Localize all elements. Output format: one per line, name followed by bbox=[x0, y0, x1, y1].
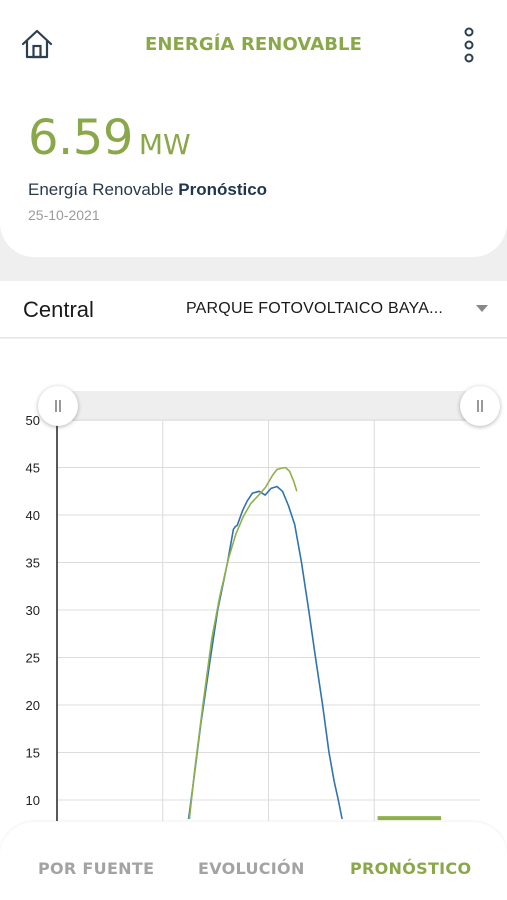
metric-display: 6.59 MW bbox=[28, 110, 191, 166]
bottom-tab-bar: POR FUENTE EVOLUCIÓN PRONÓSTICO bbox=[0, 822, 507, 900]
series-line-1 bbox=[188, 466, 298, 820]
plant-selector-value: PARQUE FOTOVOLTAICO BAYA... bbox=[186, 300, 444, 317]
y-tick-label-7: 15 bbox=[26, 746, 40, 761]
tab-por-fuente[interactable]: POR FUENTE bbox=[38, 859, 154, 878]
y-tick-label-6: 20 bbox=[26, 698, 40, 713]
metric-date: 25-10-2021 bbox=[28, 207, 100, 223]
more-menu-button[interactable] bbox=[456, 26, 482, 66]
y-tick-label-2: 40 bbox=[26, 508, 40, 523]
summary-card: ENERGÍA RENOVABLE 6.59 MW Energía Renovab… bbox=[0, 0, 507, 257]
range-handle-left[interactable] bbox=[38, 386, 78, 426]
app-title: ENERGÍA RENOVABLE bbox=[144, 34, 363, 55]
y-tick-label-1: 45 bbox=[26, 461, 40, 476]
more-vertical-icon bbox=[464, 27, 474, 63]
range-handle-right[interactable] bbox=[460, 386, 500, 426]
chevron-down-icon bbox=[476, 305, 488, 312]
metric-label-emphasis: Pronóstico bbox=[178, 180, 268, 199]
y-tick-label-3: 35 bbox=[26, 556, 40, 571]
chart-area: 50 45 40 35 30 25 20 15 10 bbox=[0, 339, 507, 900]
y-tick-label-0: 50 bbox=[26, 413, 40, 428]
metric-label-prefix: Energía Renovable bbox=[28, 180, 174, 199]
metric-value: 6.59 bbox=[28, 110, 133, 166]
plant-selector[interactable]: Central PARQUE FOTOVOLTAICO BAYA... bbox=[0, 281, 507, 338]
metric-label: Energía Renovable Pronóstico bbox=[28, 180, 267, 200]
metric-unit: MW bbox=[138, 128, 191, 161]
y-tick-label-4: 30 bbox=[26, 603, 40, 618]
y-tick-label-5: 25 bbox=[26, 651, 40, 666]
tab-pronostico[interactable]: PRONÓSTICO bbox=[350, 859, 471, 878]
plant-selector-label: Central bbox=[23, 297, 94, 322]
series-line-0 bbox=[187, 485, 343, 820]
forecast-chart: 50 45 40 35 30 25 20 15 10 bbox=[26, 413, 480, 821]
tab-evolucion[interactable]: EVOLUCIÓN bbox=[198, 859, 305, 878]
y-tick-label-8: 10 bbox=[26, 793, 40, 808]
